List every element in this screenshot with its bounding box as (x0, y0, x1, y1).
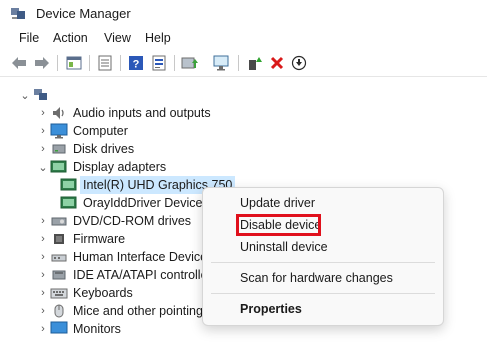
svg-text:?: ? (133, 59, 140, 71)
tree-root[interactable]: ⌄ (18, 86, 55, 104)
tree-item-dvd-cdrom[interactable]: › DVD/CD-ROM drives (36, 212, 191, 230)
menu-separator (211, 262, 435, 263)
scan-hardware-menu-item[interactable]: Scan for hardware changes (240, 271, 393, 285)
back-arrow-icon[interactable] (10, 54, 28, 72)
device-manager-icon (10, 6, 26, 20)
toolbar-separator (89, 55, 90, 71)
toolbar-separator (238, 55, 239, 71)
toolbar-separator (174, 55, 175, 71)
download-icon[interactable] (290, 54, 308, 72)
chevron-right-icon[interactable]: › (36, 320, 50, 338)
chevron-right-icon[interactable]: › (36, 212, 50, 230)
properties-icon[interactable] (65, 54, 83, 72)
display-adapter-icon (60, 177, 78, 193)
menu-file[interactable]: File (17, 31, 41, 45)
tree-item-ide-ata[interactable]: › IDE ATA/ATAPI controllers (36, 266, 218, 284)
toolbar-separator (120, 55, 121, 71)
tree-item-audio[interactable]: › Audio inputs and outputs (36, 104, 210, 122)
mouse-icon (50, 303, 68, 319)
menu-action[interactable]: Action (51, 31, 90, 45)
help-icon[interactable]: ? (127, 54, 145, 72)
menu-separator (211, 293, 435, 294)
highlight-box (236, 214, 321, 236)
toolbar: ? (0, 50, 487, 77)
list-view-icon[interactable] (96, 54, 114, 72)
tree-item-firmware[interactable]: › Firmware (36, 230, 125, 248)
enable-device-icon[interactable] (246, 54, 264, 72)
window-title: Device Manager (36, 6, 131, 21)
chevron-right-icon[interactable]: › (36, 284, 50, 302)
title-bar: Device Manager (0, 0, 487, 26)
uninstall-icon[interactable] (268, 54, 286, 72)
display-adapter-icon (50, 159, 68, 175)
uninstall-device-menu-item[interactable]: Uninstall device (240, 240, 328, 254)
tree-item-monitors[interactable]: › Monitors (36, 320, 121, 338)
tree-item-keyboards[interactable]: › Keyboards (36, 284, 133, 302)
speaker-icon (50, 105, 68, 121)
chevron-right-icon[interactable]: › (36, 122, 50, 140)
computer-root-icon (32, 87, 50, 103)
resources-icon[interactable] (150, 54, 168, 72)
chevron-right-icon[interactable]: › (36, 104, 50, 122)
hid-icon (50, 249, 68, 265)
toolbar-separator (57, 55, 58, 71)
menu-bar: File Action View Help (0, 28, 487, 48)
display-adapter-icon (60, 195, 78, 211)
tree-item-computer[interactable]: › Computer (36, 122, 128, 140)
tree-item-disk-drives[interactable]: › Disk drives (36, 140, 134, 158)
tree-item-orayidd-driver[interactable]: OrayIddDriver Device (60, 194, 202, 212)
context-menu: Update driver Disable device Uninstall d… (202, 187, 444, 326)
scan-hardware-icon[interactable] (212, 54, 230, 72)
keyboard-icon (50, 285, 68, 301)
update-driver-icon[interactable] (181, 54, 199, 72)
dvd-drive-icon (50, 213, 68, 229)
forward-arrow-icon[interactable] (33, 54, 51, 72)
chevron-right-icon[interactable]: › (36, 248, 50, 266)
chevron-down-icon[interactable]: ⌄ (18, 86, 32, 104)
tree-item-display-adapters[interactable]: ⌄ Display adapters (36, 158, 166, 176)
disk-drive-icon (50, 141, 68, 157)
properties-menu-item[interactable]: Properties (240, 302, 302, 316)
chevron-right-icon[interactable]: › (36, 140, 50, 158)
chevron-right-icon[interactable]: › (36, 302, 50, 320)
monitor-icon (50, 123, 68, 139)
update-driver-menu-item[interactable]: Update driver (240, 196, 315, 210)
menu-help[interactable]: Help (143, 31, 173, 45)
chevron-right-icon[interactable]: › (36, 266, 50, 284)
monitor-icon (50, 321, 68, 337)
chevron-right-icon[interactable]: › (36, 230, 50, 248)
menu-view[interactable]: View (102, 31, 133, 45)
tree-item-hid[interactable]: › Human Interface Devices (36, 248, 213, 266)
chevron-down-icon[interactable]: ⌄ (36, 158, 50, 176)
firmware-chip-icon (50, 231, 68, 247)
ide-controller-icon (50, 267, 68, 283)
